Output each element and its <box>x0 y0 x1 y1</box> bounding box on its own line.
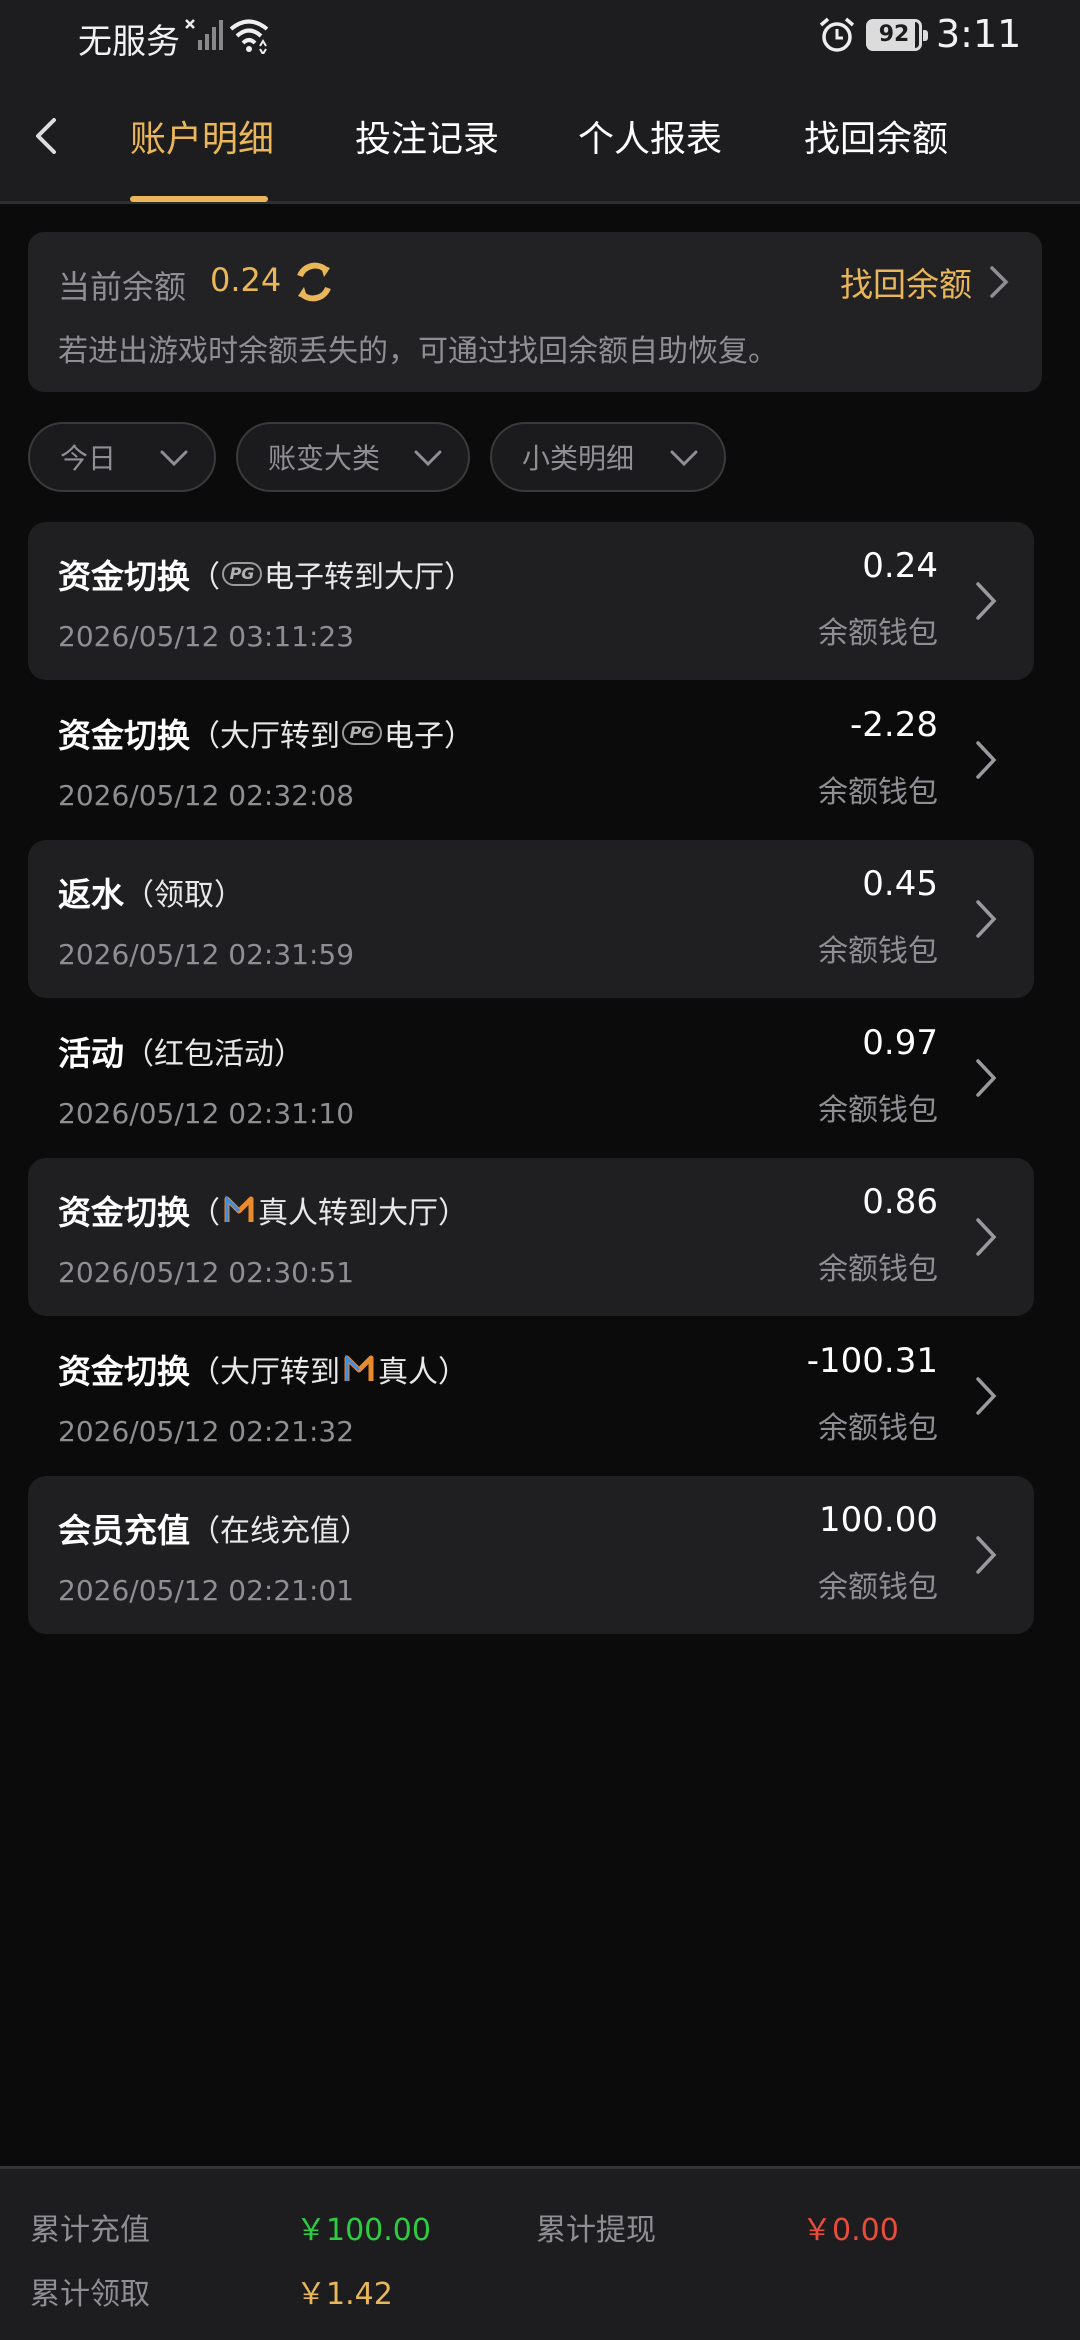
refresh-icon[interactable] <box>290 258 338 306</box>
transaction-type: 返水 <box>58 875 124 914</box>
chevron-right-icon <box>976 1377 997 1415</box>
balance-hint-text: 若进出游戏时余额丢失的，可通过找回余额自助恢复。 <box>58 334 778 369</box>
chevron-right-icon <box>976 1536 997 1574</box>
filter-subcategory-label: 小类明细 <box>522 442 635 475</box>
wifi-icon <box>229 19 269 54</box>
transaction-detail: （大厅转到 真人） <box>190 1354 468 1390</box>
transaction-wallet: 余额钱包 <box>818 1252 938 1287</box>
pg-logo-icon: PG <box>222 562 262 586</box>
transaction-title: 返水 （领取） <box>58 868 244 916</box>
transaction-row[interactable]: 会员充值 （在线充值） 2026/05/12 02:21:01 100.00 余额钱包 <box>28 1476 1034 1634</box>
tab-recover-balance[interactable]: 找回余额 <box>804 110 948 162</box>
transaction-detail: （领取） <box>124 878 244 913</box>
transaction-row[interactable]: 资金切换（PG 电子转到大厅） 2026/05/12 03:11:23 0.24 余额钱… <box>28 522 1034 680</box>
balance-card: 当前余额 0.24 找回余额 若进出游戏时余额丢失的，可通过找回余额自助恢复。 <box>28 232 1042 392</box>
no-signal-icon <box>185 19 223 50</box>
transaction-detail: （红包活动） <box>124 1037 304 1072</box>
total-withdraw-label: 累计提现 <box>536 2213 656 2248</box>
transaction-amount: 0.97 <box>862 1023 938 1063</box>
transaction-time: 2026/05/12 02:31:59 <box>58 938 355 971</box>
back-button[interactable] <box>26 112 66 160</box>
transaction-title: 活动 （红包活动） <box>58 1027 304 1075</box>
transaction-wallet: 余额钱包 <box>818 934 938 969</box>
transaction-time: 2026/05/12 02:21:01 <box>58 1574 355 1607</box>
balance-value: 0.24 <box>210 261 282 299</box>
status-bar: 无服务 92 3:11 <box>0 0 1080 72</box>
transaction-time: 2026/05/12 02:31:10 <box>58 1097 355 1130</box>
transaction-type: 活动 <box>58 1034 124 1073</box>
transaction-row[interactable]: 资金切换 （大厅转到 PG 电子） 2026/05/12 02:32:08 -2.28 余额… <box>28 681 1034 839</box>
recover-balance-link[interactable]: 找回余额 <box>840 258 1012 306</box>
transaction-row[interactable]: 资金切换 （大厅转到 真人） 2026/05/12 02:21:32 -100.31 余额… <box>28 1317 1034 1475</box>
clock-text: 3:11 <box>936 12 1022 56</box>
chevron-down-icon <box>414 450 442 467</box>
transaction-amount: -100.31 <box>806 1341 938 1381</box>
tab-account-details[interactable]: 账户明细 <box>130 110 274 162</box>
transaction-row[interactable]: 资金切换（真人转到大厅） 2026/05/12 02:30:51 0.86 余额钱包 <box>28 1158 1034 1316</box>
transaction-row[interactable]: 返水 （领取） 2026/05/12 02:31:59 0.45 余额钱包 <box>28 840 1034 998</box>
active-tab-indicator <box>130 196 268 202</box>
transaction-detail: （在线充值） <box>190 1514 370 1549</box>
carrier-text: 无服务 <box>78 22 180 62</box>
live-casino-logo-icon <box>344 1354 374 1381</box>
alarm-icon <box>819 17 855 52</box>
chevron-right-icon <box>976 1059 997 1097</box>
transaction-type: 资金切换 <box>58 1352 190 1391</box>
transaction-type: 资金切换 <box>58 557 190 596</box>
battery-indicator: 92 <box>866 19 928 51</box>
total-claim-label: 累计领取 <box>30 2277 150 2312</box>
total-deposit-value: ￥100.00 <box>296 2213 431 2248</box>
transaction-amount: -2.28 <box>850 705 938 745</box>
transaction-time: 2026/05/12 02:21:32 <box>58 1415 355 1448</box>
transaction-amount: 0.45 <box>862 864 938 904</box>
transaction-title: 资金切换 （大厅转到 真人） <box>58 1345 468 1393</box>
tab-personal-report[interactable]: 个人报表 <box>578 110 722 162</box>
total-claim-value: ￥1.42 <box>296 2277 393 2312</box>
filter-subcategory-dropdown[interactable]: 小类明细 <box>490 422 726 492</box>
transaction-wallet: 余额钱包 <box>818 1570 938 1605</box>
account-details-page: 无服务 92 3:11 账户明细 投注记录 个人报表 找回余额 当前余额 0.2… <box>0 0 1080 2340</box>
transaction-title: 会员充值 （在线充值） <box>58 1504 370 1552</box>
chevron-right-icon <box>976 900 997 938</box>
summary-footer: 累计充值 ￥100.00 累计提现 ￥0.00 累计领取 ￥1.42 <box>0 2166 1080 2340</box>
filter-category-dropdown[interactable]: 账变大类 <box>236 422 470 492</box>
transaction-wallet: 余额钱包 <box>818 775 938 810</box>
transaction-type: 资金切换 <box>58 1193 190 1232</box>
tab-bet-records[interactable]: 投注记录 <box>355 110 499 162</box>
transaction-type: 会员充值 <box>58 1511 190 1550</box>
chevron-right-icon <box>976 1218 997 1256</box>
transaction-detail: （PG 电子转到大厅） <box>190 560 474 595</box>
filter-date-label: 今日 <box>60 442 117 475</box>
transaction-detail: （真人转到大厅） <box>190 1195 468 1231</box>
filter-category-label: 账变大类 <box>268 442 381 475</box>
transaction-type: 资金切换 <box>58 716 190 755</box>
transaction-title: 资金切换（真人转到大厅） <box>58 1186 468 1234</box>
transaction-title: 资金切换 （大厅转到 PG 电子） <box>58 709 474 757</box>
chevron-right-icon <box>976 582 997 620</box>
transaction-amount: 0.24 <box>862 546 938 586</box>
transaction-wallet: 余额钱包 <box>818 616 938 651</box>
transaction-time: 2026/05/12 03:11:23 <box>58 620 355 653</box>
filter-date-dropdown[interactable]: 今日 <box>28 422 216 492</box>
transaction-time: 2026/05/12 02:30:51 <box>58 1256 355 1289</box>
transaction-amount: 0.86 <box>862 1182 938 1222</box>
transaction-wallet: 余额钱包 <box>818 1093 938 1128</box>
chevron-right-icon <box>976 741 997 779</box>
transaction-row[interactable]: 活动 （红包活动） 2026/05/12 02:31:10 0.97 余额钱包 <box>28 999 1034 1157</box>
chevron-right-icon <box>990 266 1009 298</box>
transaction-time: 2026/05/12 02:32:08 <box>58 779 355 812</box>
transaction-amount: 100.00 <box>819 1500 938 1540</box>
transaction-detail: （大厅转到 PG 电子） <box>190 719 474 754</box>
balance-label: 当前余额 <box>58 268 187 306</box>
chevron-down-icon <box>160 450 188 467</box>
transaction-title: 资金切换（PG 电子转到大厅） <box>58 550 474 598</box>
total-deposit-label: 累计充值 <box>30 2213 150 2248</box>
chevron-down-icon <box>670 450 698 467</box>
total-withdraw-value: ￥0.00 <box>802 2213 899 2248</box>
pg-logo-icon: PG <box>342 721 382 745</box>
recover-balance-label: 找回余额 <box>840 265 972 304</box>
header: 无服务 92 3:11 账户明细 投注记录 个人报表 找回余额 <box>0 0 1080 204</box>
transaction-wallet: 余额钱包 <box>818 1411 938 1446</box>
live-casino-logo-icon <box>224 1195 254 1222</box>
